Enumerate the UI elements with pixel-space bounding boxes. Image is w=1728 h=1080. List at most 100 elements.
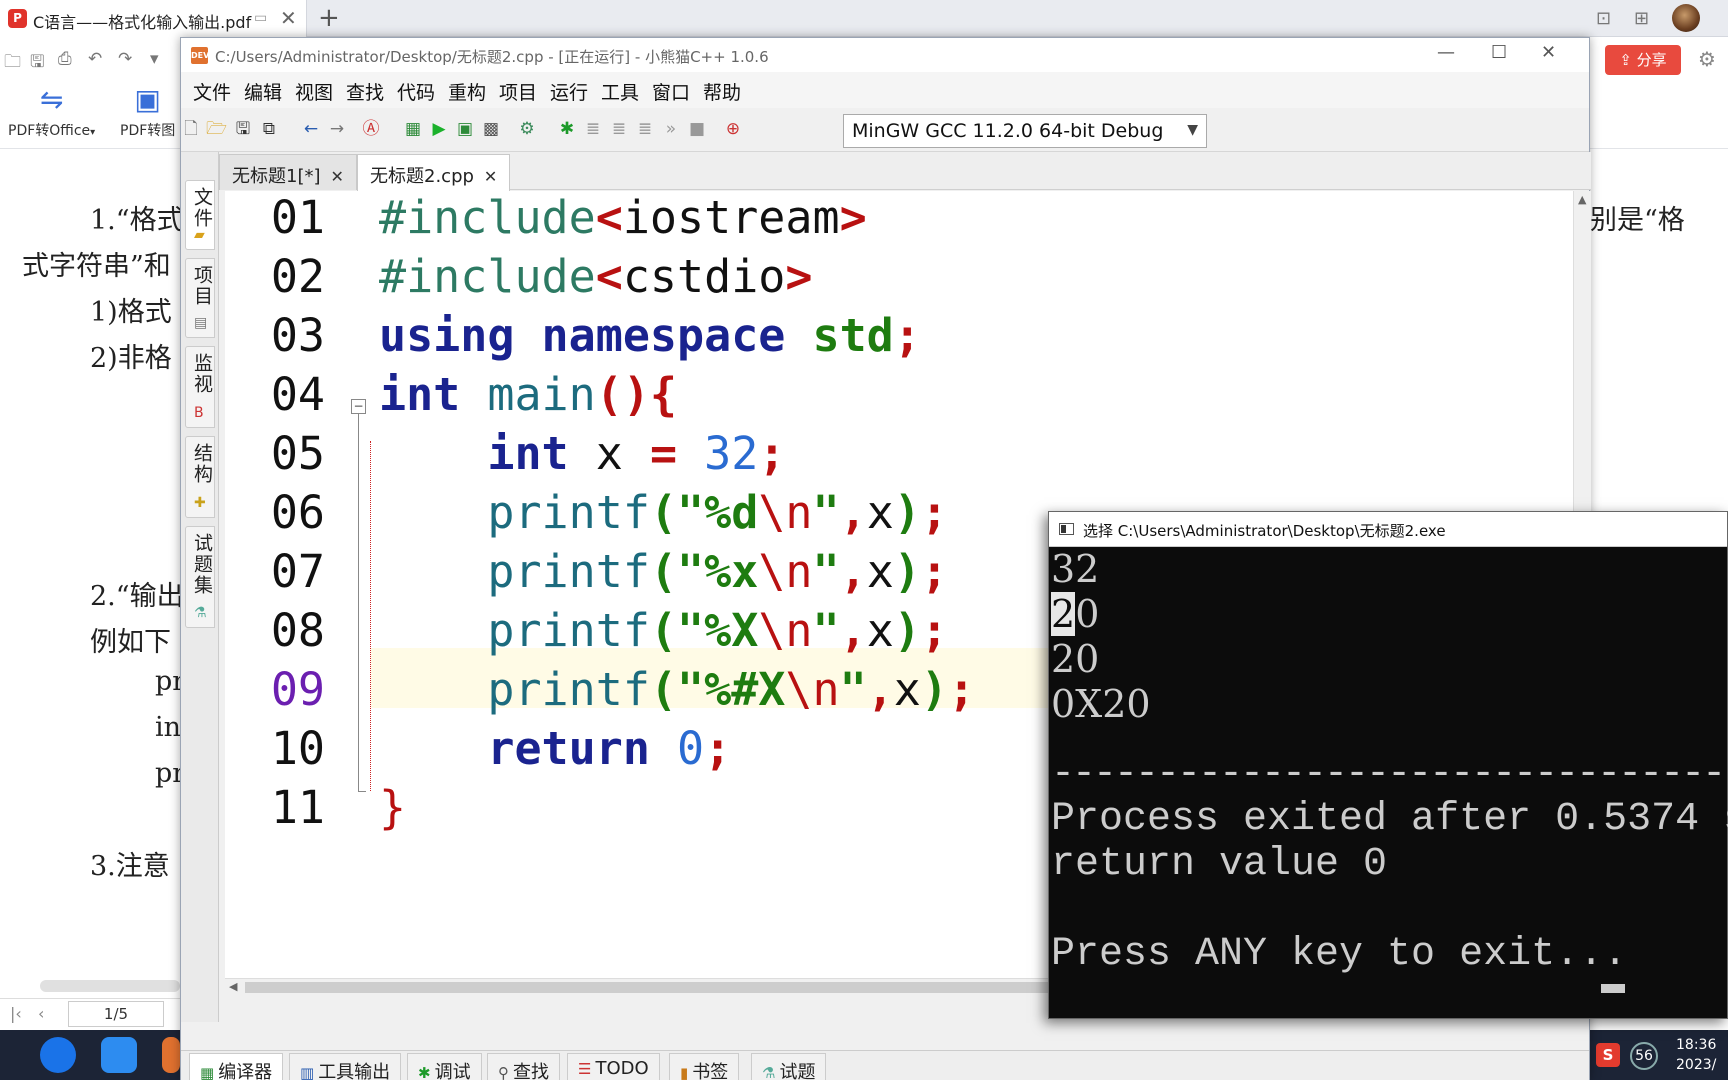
open-file-icon[interactable]: 🗁: [206, 119, 227, 139]
side-tab-watch[interactable]: 监视 B: [185, 346, 215, 428]
side-tab-problemset[interactable]: 试题集 ⚗: [185, 526, 215, 628]
pdf-line2: 式字符串”和: [22, 251, 171, 282]
close-tab-icon[interactable]: ✕: [280, 6, 297, 30]
tab-untitled2[interactable]: 无标题2.cpp ✕: [357, 154, 511, 191]
pdf-horizontal-scrollbar[interactable]: [40, 980, 180, 992]
tab-todo[interactable]: ☰ TODO: [567, 1053, 660, 1080]
undo-icon[interactable]: ↶: [88, 49, 102, 69]
minimize-icon[interactable]: —: [1437, 42, 1455, 63]
scroll-up-icon[interactable]: ▲: [1578, 193, 1586, 206]
mail-taskbar-icon[interactable]: [101, 1037, 137, 1073]
indent-guide: [370, 441, 371, 791]
pdf-document-tab[interactable]: P C语言——格式化输入输出.pdf ▭ ✕: [0, 0, 307, 37]
pdf-to-office-button[interactable]: ⇋ PDF转Office▾: [8, 83, 95, 140]
step-into-icon[interactable]: ≣: [609, 119, 629, 139]
reading-mode-icon[interactable]: ⊡: [1596, 8, 1611, 29]
browser-taskbar-icon[interactable]: [40, 1037, 76, 1073]
stop-icon[interactable]: ■: [687, 119, 707, 139]
console-title-bar[interactable]: 选择 C:\Users\Administrator\Desktop\无标题2.e…: [1049, 512, 1727, 547]
devcpp-taskbar-icon[interactable]: [162, 1037, 180, 1073]
code-line-11: }: [379, 781, 407, 834]
menu-project[interactable]: 项目: [499, 78, 537, 105]
close-tab-icon[interactable]: ✕: [484, 167, 497, 186]
back-icon[interactable]: ←: [301, 119, 321, 139]
close-icon[interactable]: ✕: [1541, 42, 1556, 63]
debug-settings-icon[interactable]: ⚙: [517, 119, 537, 139]
tab-find[interactable]: ⚲ 查找: [487, 1053, 560, 1080]
console-output-line-selected: 20: [1051, 592, 1099, 637]
page-number-input[interactable]: 1/5: [68, 1001, 164, 1027]
clock-time: 18:36: [1676, 1037, 1717, 1053]
menu-file[interactable]: 文件: [193, 78, 231, 105]
new-tab-button[interactable]: +: [318, 3, 340, 33]
menu-help[interactable]: 帮助: [703, 78, 741, 105]
pdf-to-office-label: PDF转Office: [8, 123, 91, 139]
save-all-icon[interactable]: ⧉: [259, 119, 279, 139]
format-code-icon[interactable]: Ⓐ: [361, 119, 381, 139]
console-window[interactable]: 选择 C:\Users\Administrator\Desktop\无标题2.e…: [1048, 511, 1728, 1019]
forward-icon[interactable]: →: [327, 119, 347, 139]
close-tab-icon[interactable]: ✕: [331, 167, 344, 186]
tab-untitled1[interactable]: 无标题1[*] ✕: [219, 154, 357, 190]
debug-bug-icon[interactable]: ✱: [557, 119, 577, 139]
step-out-icon[interactable]: ≣: [635, 119, 655, 139]
tab-problem[interactable]: ⚗ 试题: [751, 1053, 827, 1080]
tab-bookmarks[interactable]: ▮ 书签: [669, 1053, 740, 1080]
tab-tool-output-label: 工具输出: [318, 1062, 391, 1080]
pin-icon[interactable]: ▭: [254, 10, 267, 26]
menu-code[interactable]: 代码: [397, 78, 435, 105]
notification-badge[interactable]: 56: [1630, 1042, 1658, 1070]
compiler-select[interactable]: MinGW GCC 11.2.0 64-bit Debug ▼: [843, 114, 1207, 148]
tab-tool-output[interactable]: ▥ 工具输出: [289, 1053, 402, 1080]
step-over-icon[interactable]: ≣: [583, 119, 603, 139]
fold-toggle-icon[interactable]: −: [351, 399, 366, 414]
pdf-to-image-button[interactable]: ▣ PDF转图: [120, 83, 175, 140]
image-icon: ▣: [134, 83, 161, 116]
menu-view[interactable]: 视图: [295, 78, 333, 105]
chevron-down-icon[interactable]: ▾: [150, 49, 159, 69]
pdf-line1-left: 1.“格式: [90, 205, 184, 236]
menu-find[interactable]: 查找: [346, 78, 384, 105]
scrollbar-thumb[interactable]: [245, 982, 1105, 993]
window-title-bar[interactable]: DEV C:/Users/Administrator/Desktop/无标题2.…: [181, 38, 1589, 72]
line-number: 04: [270, 368, 325, 421]
side-tab-project[interactable]: 项目 ▤: [185, 258, 215, 338]
menu-run[interactable]: 运行: [550, 78, 588, 105]
print-icon[interactable]: ⎙: [58, 49, 72, 69]
compile-run-icon[interactable]: ▣: [455, 119, 475, 139]
add-watch-icon[interactable]: ⊕: [723, 119, 743, 139]
prev-page-icon[interactable]: ‹: [38, 1004, 44, 1023]
open-folder-icon[interactable]: 🗀: [4, 49, 21, 78]
compile-icon[interactable]: ▦: [403, 119, 423, 139]
tab-compiler[interactable]: ▦ 编译器: [189, 1053, 284, 1080]
rebuild-icon[interactable]: ▩: [481, 119, 501, 139]
pdf-app-icon: P: [8, 9, 27, 28]
side-tab-structure[interactable]: 结构 ✚: [185, 436, 215, 518]
menu-edit[interactable]: 编辑: [244, 78, 282, 105]
tab-debug[interactable]: ✱ 调试: [407, 1053, 482, 1080]
code-line-5: int x = 32;: [487, 427, 786, 480]
menu-bar: 文件 编辑 视图 查找 代码 重构 项目 运行 工具 窗口 帮助: [181, 72, 1589, 108]
save-icon[interactable]: 🖫: [30, 49, 44, 78]
menu-tools[interactable]: 工具: [601, 78, 639, 105]
redo-icon[interactable]: ↷: [118, 49, 132, 69]
run-icon[interactable]: ▶: [429, 119, 449, 139]
clock[interactable]: 18:36 2023/: [1676, 1035, 1716, 1075]
side-tab-files[interactable]: 文件 ▰: [185, 180, 215, 250]
input-method-icon[interactable]: S: [1596, 1043, 1620, 1067]
avatar[interactable]: [1672, 4, 1700, 32]
grid-apps-icon[interactable]: ⊞: [1634, 8, 1649, 29]
side-tab-project-label: 项目: [191, 265, 213, 307]
first-page-icon[interactable]: |‹: [10, 1004, 22, 1023]
line-number: 02: [270, 250, 325, 303]
share-button[interactable]: ⇪ 分享: [1605, 45, 1681, 75]
maximize-icon[interactable]: ☐: [1491, 42, 1507, 63]
menu-window[interactable]: 窗口: [652, 78, 690, 105]
console-exit-line: Process exited after 0.5374 se: [1051, 797, 1728, 842]
save-icon[interactable]: 🖫: [233, 119, 253, 139]
new-file-icon[interactable]: 🗋: [181, 119, 201, 139]
menu-refactor[interactable]: 重构: [448, 78, 486, 105]
scroll-left-icon[interactable]: ◀: [229, 980, 237, 993]
continue-icon[interactable]: »: [661, 119, 681, 139]
gear-icon[interactable]: ⚙: [1698, 47, 1716, 71]
